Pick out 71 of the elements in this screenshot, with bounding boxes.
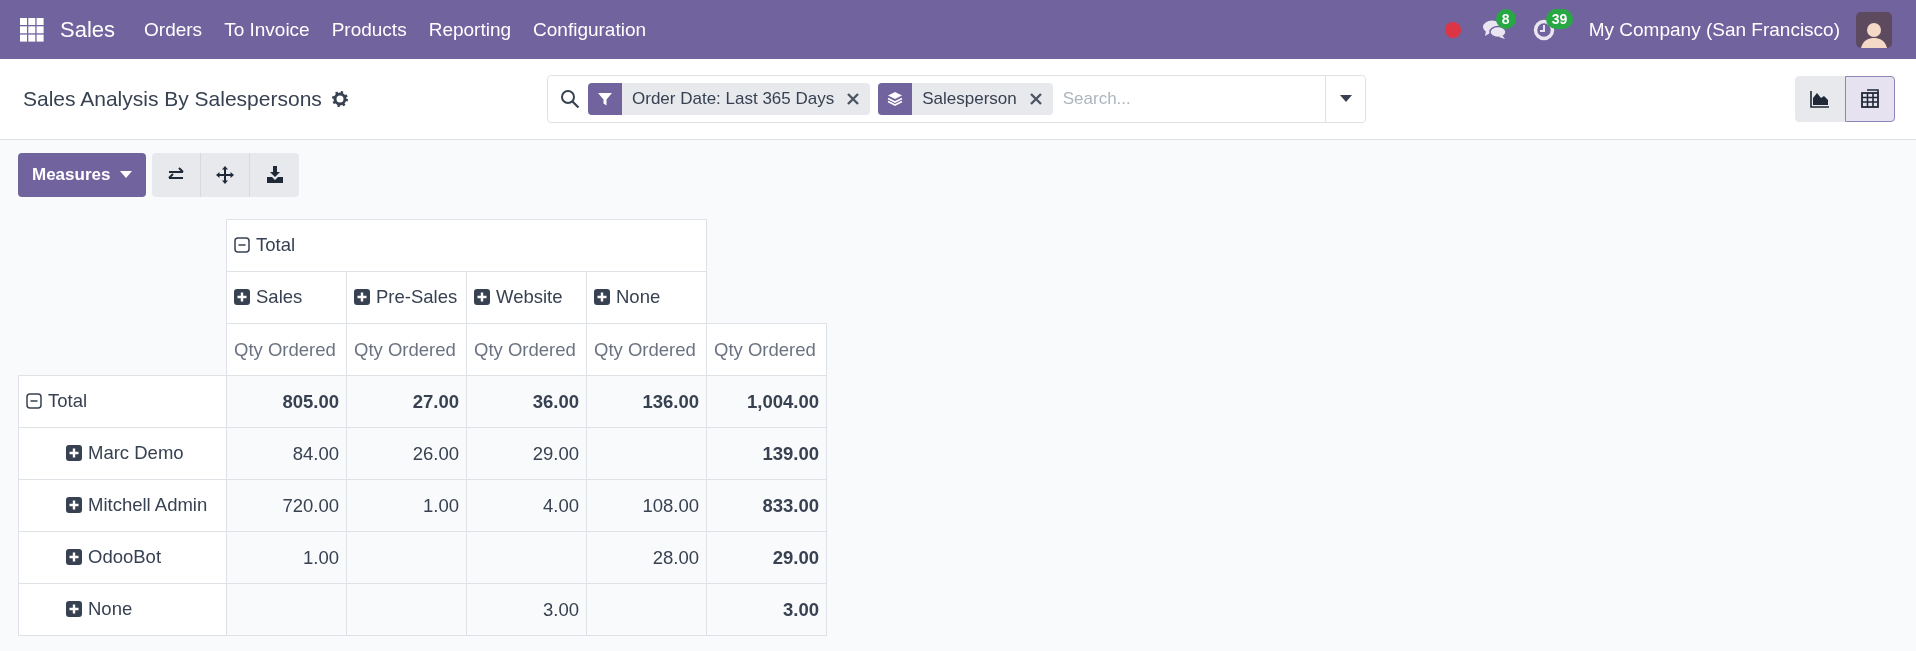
expand-icon[interactable] (234, 288, 250, 305)
status-dot-icon (1444, 21, 1461, 38)
expand-icon[interactable] (66, 444, 82, 461)
header-label[interactable]: Marc Demo (88, 441, 184, 464)
expand-icon[interactable] (66, 496, 82, 513)
company-switcher[interactable]: My Company (San Francisco) (1588, 18, 1840, 41)
table-cell: 136.00 (586, 375, 707, 428)
settings-icon[interactable] (331, 91, 348, 107)
table-cell: 139.00 (706, 427, 827, 480)
facet-label: Salesperson (921, 89, 1018, 109)
header-label[interactable]: None (88, 597, 133, 620)
table-cell: 36.00 (466, 375, 587, 428)
area-chart-icon (1809, 89, 1831, 109)
table-cell: 29.00 (706, 531, 827, 584)
header-label[interactable]: Sales (256, 285, 303, 308)
search-icon[interactable] (560, 89, 580, 109)
download-icon (265, 166, 284, 184)
collapse-icon[interactable] (234, 236, 250, 253)
menu-item[interactable]: To Invoice (213, 12, 321, 47)
table-cell: 28.00 (586, 531, 707, 584)
measure-header: Qty Ordered (346, 323, 467, 376)
table-cell: 833.00 (706, 479, 827, 532)
table-cell: 29.00 (466, 427, 587, 480)
header-label[interactable]: OdooBot (88, 545, 162, 568)
table-cell: 26.00 (346, 427, 467, 480)
measures-button[interactable]: Measures (18, 153, 147, 197)
menu-item[interactable]: Orders (133, 12, 214, 47)
table-cell: 4.00 (466, 479, 587, 532)
expand-icon[interactable] (66, 548, 82, 565)
table-cell: 720.00 (226, 479, 347, 532)
collapse-icon[interactable] (26, 392, 42, 409)
flip-axis-button[interactable] (152, 153, 202, 197)
measure-header: Qty Ordered (706, 323, 827, 376)
filter-icon (588, 83, 622, 115)
table-cell: 1.00 (346, 479, 467, 532)
table-cell: 3.00 (466, 583, 587, 636)
caret-icon (120, 171, 133, 179)
page-title: Sales Analysis By Salespersons (23, 87, 322, 111)
measure-header: Qty Ordered (586, 323, 707, 376)
measure-header: Qty Ordered (466, 323, 587, 376)
download-button[interactable] (250, 153, 300, 197)
header-label[interactable]: Total (48, 389, 88, 412)
expand-icon[interactable] (66, 600, 82, 617)
expand-icon[interactable] (354, 288, 370, 305)
view-button[interactable] (1845, 76, 1895, 122)
measure-header: Qty Ordered (226, 323, 347, 376)
table-icon (1859, 89, 1881, 109)
user-avatar[interactable] (1856, 11, 1892, 48)
activity-count-badge: 39 (1545, 8, 1574, 29)
menu-item[interactable]: Configuration (522, 12, 658, 47)
move-arrows-icon (216, 166, 235, 184)
table-cell: 1,004.00 (706, 375, 827, 428)
expand-icon[interactable] (594, 288, 610, 305)
table-cell: 805.00 (226, 375, 347, 428)
apps-menu-icon[interactable] (20, 17, 44, 42)
table-cell: 84.00 (226, 427, 347, 480)
expand-icon[interactable] (474, 288, 490, 305)
caret-icon (1339, 95, 1352, 103)
header-label[interactable]: Total (256, 233, 296, 256)
header-label[interactable]: None (616, 285, 661, 308)
menu-item[interactable]: Reporting (417, 12, 523, 47)
app-name[interactable]: Sales (60, 16, 116, 43)
table-cell: 27.00 (346, 375, 467, 428)
layers-icon (878, 83, 913, 115)
table-cell: 1.00 (226, 531, 347, 584)
table-cell: 3.00 (706, 583, 827, 636)
menu-item[interactable]: Products (320, 12, 418, 47)
table-cell: 108.00 (586, 479, 707, 532)
facet-label: Order Date: Last 365 Days (631, 89, 836, 109)
expand-all-button[interactable] (201, 153, 251, 197)
message-count-badge: 8 (1495, 8, 1516, 29)
